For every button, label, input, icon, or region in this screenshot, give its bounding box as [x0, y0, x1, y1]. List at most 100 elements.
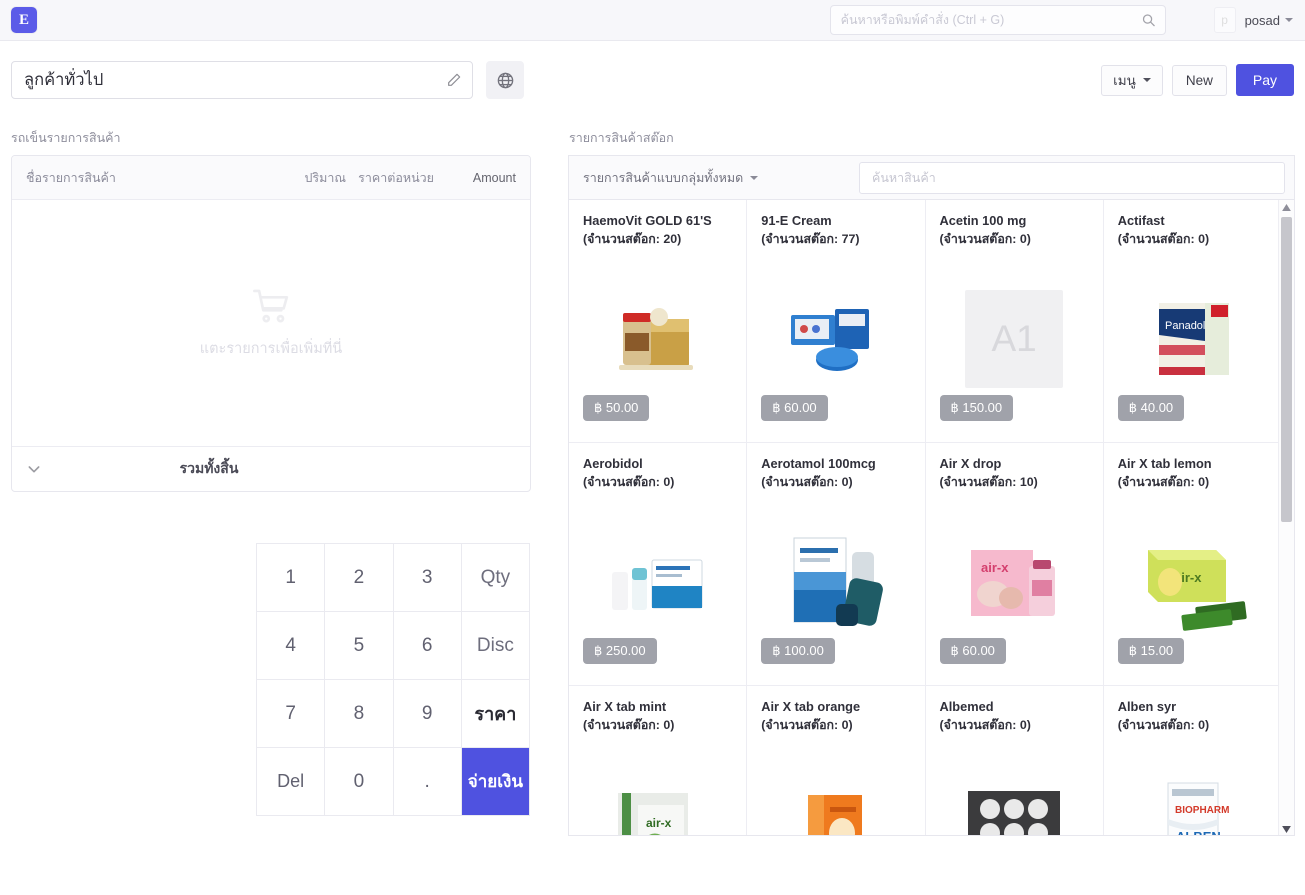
product-name: Air X drop — [939, 456, 1002, 471]
product-image — [747, 274, 924, 404]
products-grid: HaemoVit GOLD 61'S (จำนวนสต๊อก: 20) ฿ 50… — [569, 200, 1282, 836]
product-card[interactable]: Aerotamol 100mcg (จำนวนสต๊อก: 0) ฿ 100.0… — [747, 443, 926, 686]
product-name: Alben syr — [1117, 699, 1177, 714]
category-dropdown[interactable]: รายการสินค้าแบบกลุ่มทั้งหมด — [569, 156, 859, 199]
numpad-key-9[interactable]: 9 — [393, 680, 462, 748]
numpad-key-del[interactable]: Del — [257, 748, 326, 816]
product-card[interactable]: Air X tab lemon (จำนวนสต๊อก: 0) air-x ฿ … — [1103, 443, 1282, 686]
numpad-key-5[interactable]: 5 — [325, 612, 394, 680]
global-search-input[interactable] — [830, 6, 1165, 34]
numpad-key-4[interactable]: 4 — [257, 612, 326, 680]
products-grid-wrapper: HaemoVit GOLD 61'S (จำนวนสต๊อก: 20) ฿ 50… — [568, 199, 1295, 836]
numpad-key-price[interactable]: ราคา — [461, 680, 530, 748]
product-stock: (จำนวนสต๊อก: 0) — [939, 231, 1031, 246]
app-logo[interactable]: E — [11, 7, 37, 33]
user-name-label: posad — [1244, 12, 1280, 28]
avatar: p — [1213, 7, 1236, 33]
numpad-key-3[interactable]: 3 — [393, 544, 462, 612]
product-card[interactable]: Alben syr (จำนวนสต๊อก: 0) BIOPHARM ALBEN — [1103, 686, 1282, 836]
numpad-key-disc[interactable]: Disc — [461, 612, 530, 680]
product-name: Air X tab lemon — [1117, 456, 1212, 471]
scroll-down-icon[interactable] — [1279, 822, 1294, 835]
product-stock: (จำนวนสต๊อก: 0) — [583, 474, 675, 489]
menu-button[interactable]: เมนู — [1101, 64, 1163, 96]
product-card[interactable]: Albemed (จำนวนสต๊อก: 0) — [925, 686, 1104, 835]
product-image: Panadol — [1104, 274, 1282, 404]
cart-panel-label: รถเข็นรายการสินค้า — [11, 131, 121, 145]
product-stock: (จำนวนสต๊อก: 10) — [939, 474, 1038, 489]
product-card[interactable]: Air X tab mint (จำนวนสต๊อก: 0) air-x — [569, 686, 748, 835]
cart-col-qty: ปริมาณ — [304, 170, 346, 185]
products-column: รายการสินค้าสต๊อก รายการสินค้าแบบกลุ่มทั… — [558, 119, 1305, 836]
numpad-key-pay[interactable]: จ่ายเงิน — [461, 748, 530, 816]
products-toolbar: รายการสินค้าแบบกลุ่มทั้งหมด — [568, 155, 1295, 199]
menu-button-label: เมนู — [1113, 73, 1136, 88]
chevron-down-icon[interactable] — [1285, 18, 1293, 22]
product-stock: (จำนวนสต๊อก: 0) — [583, 717, 675, 732]
products-panel-label: รายการสินค้าสต๊อก — [569, 131, 674, 145]
numpad-key-6[interactable]: 6 — [393, 612, 462, 680]
product-image: air-x — [926, 517, 1103, 647]
numpad-key-0[interactable]: 0 — [325, 748, 394, 816]
numpad-key-2[interactable]: 2 — [325, 544, 394, 612]
product-image — [569, 517, 746, 647]
cart-total-label: รวมทั้งสิ้น — [179, 460, 239, 476]
product-card[interactable]: HaemoVit GOLD 61'S (จำนวนสต๊อก: 20) ฿ 50… — [569, 200, 748, 443]
product-price: ฿ 60.00 — [761, 395, 828, 421]
category-dropdown-label: รายการสินค้าแบบกลุ่มทั้งหมด — [583, 170, 744, 185]
svg-text:air-x: air-x — [646, 816, 672, 830]
product-card[interactable]: Actifast (จำนวนสต๊อก: 0) Panadol ฿ 40.00 — [1103, 200, 1282, 443]
pencil-icon[interactable] — [446, 72, 462, 88]
pay-button[interactable]: Pay — [1235, 64, 1294, 96]
scale-button[interactable] — [486, 61, 524, 99]
cart-col-unit-price: ราคาต่อหน่วย — [358, 170, 434, 185]
action-bar: ลูกค้าทั่วไป เมนู New Pay — [0, 41, 1305, 119]
product-card[interactable]: Acetin 100 mg (จำนวนสต๊อก: 0) A1 ฿ 150.0… — [925, 200, 1104, 443]
product-card[interactable]: Air X tab orange (จำนวนสต๊อก: 0) — [747, 686, 926, 835]
product-card[interactable]: Air X drop (จำนวนสต๊อก: 10) air-x ฿ 60.0… — [925, 443, 1104, 686]
cart-column: รถเข็นรายการสินค้า ชื่อรายการสินค้า ปริม… — [0, 119, 545, 492]
chevron-down-icon[interactable] — [26, 461, 42, 477]
cart-card: ชื่อรายการสินค้า ปริมาณ ราคาต่อหน่วย Amo… — [11, 155, 531, 492]
cart-col-amount: Amount — [472, 170, 516, 185]
numpad-key-1[interactable]: 1 — [257, 544, 326, 612]
app-logo-letter: E — [18, 11, 29, 28]
product-card[interactable]: Aerobidol (จำนวนสต๊อก: 0) ฿ 250.00 — [569, 443, 748, 686]
scrollbar-thumb[interactable] — [1281, 217, 1292, 522]
product-image: air-x — [569, 760, 746, 835]
customer-field[interactable]: ลูกค้าทั่วไป — [11, 61, 473, 99]
new-order-label: New — [1185, 72, 1213, 88]
product-card[interactable]: 91-E Cream (จำนวนสต๊อก: 77) ฿ 60.00 — [747, 200, 926, 443]
product-stock: (จำนวนสต๊อก: 0) — [761, 717, 853, 732]
product-price: ฿ 150.00 — [939, 395, 1014, 421]
product-search-input[interactable] — [870, 162, 1274, 193]
cart-empty-state: แตะรายการเพื่อเพิ่มที่นี่ — [12, 200, 530, 446]
product-name: 91-E Cream — [761, 213, 832, 228]
numpad-key-decimal[interactable]: . — [393, 748, 462, 816]
search-icon[interactable] — [1141, 13, 1156, 28]
numpad-key-7[interactable]: 7 — [257, 680, 326, 748]
product-search[interactable] — [859, 161, 1285, 194]
product-image — [569, 274, 746, 404]
product-name: Aerobidol — [583, 456, 643, 471]
scrollbar-track[interactable] — [1279, 215, 1294, 822]
products-scrollbar[interactable] — [1278, 200, 1294, 835]
product-price: ฿ 15.00 — [1117, 638, 1185, 664]
product-stock: (จำนวนสต๊อก: 0) — [1117, 717, 1210, 732]
svg-text:ALBEN: ALBEN — [1176, 829, 1221, 836]
global-search[interactable] — [829, 5, 1166, 35]
pay-button-label: Pay — [1252, 72, 1277, 88]
numpad-key-qty[interactable]: Qty — [461, 544, 530, 612]
chevron-down-icon — [750, 175, 759, 180]
globe-icon — [497, 72, 513, 88]
product-image: air-x — [1104, 517, 1282, 647]
product-image — [926, 760, 1103, 835]
user-menu[interactable]: p posad — [1213, 7, 1293, 33]
new-order-button[interactable]: New — [1171, 64, 1227, 96]
product-price: ฿ 100.00 — [761, 638, 835, 664]
scroll-up-icon[interactable] — [1279, 200, 1294, 215]
cart-empty-text: แตะรายการเพื่อเพิ่มที่นี่ — [199, 340, 343, 357]
numpad-key-8[interactable]: 8 — [325, 680, 394, 748]
top-bar: E p posad — [0, 0, 1305, 41]
cart-total-row[interactable]: รวมทั้งสิ้น — [12, 446, 530, 491]
